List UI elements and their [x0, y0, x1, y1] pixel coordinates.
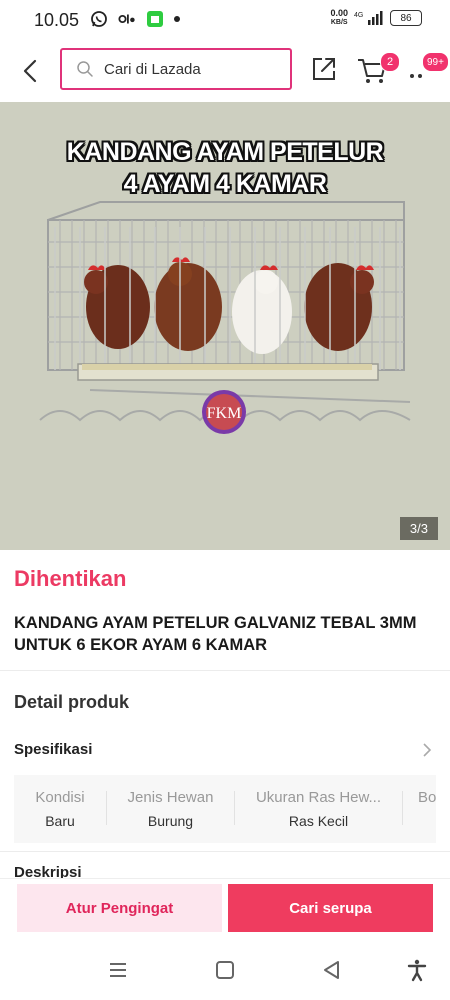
status-bar: 10.05 0.00 KB/S 4G 86	[0, 0, 450, 40]
back-triangle-icon	[324, 961, 339, 979]
back-nav-button[interactable]	[320, 958, 344, 982]
back-arrow-icon	[23, 59, 37, 83]
spec-item: Jenis Hewan Burung	[107, 775, 234, 843]
product-title: KANDANG AYAM PETELUR GALVANIZ TEBAL 3MM …	[14, 614, 417, 654]
specifications-list[interactable]: Kondisi Baru Jenis Hewan Burung Ukuran R…	[14, 775, 436, 843]
network-speed-value: 0.00	[330, 8, 348, 18]
product-image-carousel[interactable]: FKM KANDANG AYAM PETELUR 4 AYAM 4 KAMAR …	[0, 102, 450, 550]
system-navigation-bar	[0, 940, 450, 1000]
share-icon	[313, 58, 335, 80]
signal-icon: 4G	[354, 9, 384, 27]
spec-name: Bo	[418, 789, 436, 806]
share-button[interactable]	[310, 55, 338, 83]
spec-name: Ukuran Ras Hew...	[255, 789, 382, 806]
image-page-indicator: 3/3	[399, 517, 438, 540]
brand-logo-text: FKM	[207, 405, 242, 422]
recent-apps-button[interactable]	[106, 958, 130, 982]
spec-separator	[402, 791, 403, 825]
search-input[interactable]: Cari di Lazada	[60, 48, 292, 90]
battery-indicator: 86	[390, 10, 422, 26]
product-status-label: Dihentikan	[14, 566, 127, 591]
home-button[interactable]	[213, 958, 237, 982]
spec-item: Kondisi Baru	[14, 775, 106, 843]
network-speed-unit: KB/S	[330, 19, 348, 26]
accessibility-button[interactable]	[405, 958, 429, 982]
image-title-line1: KANDANG AYAM PETELUR	[66, 138, 384, 166]
spec-value: Baru	[45, 813, 75, 829]
image-title-line2: 4 AYAM 4 KAMAR	[123, 170, 327, 198]
app-notification-icon	[146, 10, 164, 28]
home-square-icon	[216, 961, 234, 979]
spec-item: Ukuran Ras Hew... Ras Kecil	[235, 775, 402, 843]
spec-item: Bo	[418, 775, 436, 843]
svg-text:4G: 4G	[354, 12, 363, 19]
bottom-action-bar: Atur Pengingat Cari serupa	[0, 878, 450, 941]
status-time: 10.05	[34, 10, 80, 30]
section-divider	[0, 851, 450, 852]
specifications-heading[interactable]: Spesifikasi	[14, 741, 92, 758]
status-notification-icons	[90, 10, 180, 28]
back-button[interactable]	[16, 56, 46, 86]
find-similar-button[interactable]: Cari serupa	[228, 884, 433, 932]
cart-count-badge: 2	[380, 52, 400, 72]
spec-value: Burung	[147, 813, 194, 829]
status-system-icons: 0.00 KB/S 4G 86	[330, 9, 422, 27]
accessibility-icon	[407, 959, 427, 982]
section-divider	[0, 670, 450, 671]
more-notifications-dot	[174, 16, 180, 22]
spec-name: Jenis Hewan	[127, 789, 214, 806]
product-details-heading: Detail produk	[14, 692, 130, 712]
notification-count-badge: 99+	[422, 52, 449, 72]
battery-level: 86	[400, 12, 412, 24]
whatsapp-icon	[90, 10, 108, 28]
chevron-right-icon[interactable]	[420, 741, 434, 759]
ola-icon	[118, 10, 136, 28]
set-reminder-button[interactable]: Atur Pengingat	[17, 884, 222, 932]
spec-name: Kondisi	[35, 789, 85, 806]
network-speed: 0.00 KB/S	[330, 9, 348, 27]
top-app-bar: Cari di Lazada 2 99+	[0, 40, 450, 102]
search-placeholder: Cari di Lazada	[104, 60, 201, 78]
spec-value: Ras Kecil	[288, 813, 349, 829]
search-icon	[77, 61, 93, 77]
menu-icon	[110, 963, 126, 977]
